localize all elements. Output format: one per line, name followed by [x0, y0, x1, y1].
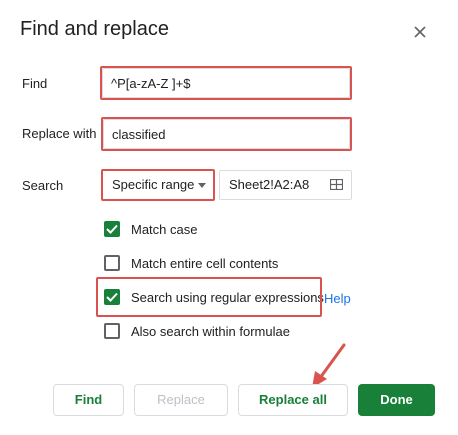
search-scope-value: Specific range	[112, 177, 195, 192]
find-label: Find	[22, 76, 48, 91]
done-button[interactable]: Done	[358, 384, 435, 416]
regex-checkbox[interactable]	[104, 289, 120, 305]
help-link[interactable]: Help	[324, 291, 351, 306]
search-formulae-checkbox[interactable]	[104, 323, 120, 339]
grid-select-icon[interactable]	[330, 179, 343, 190]
replace-button[interactable]: Replace	[134, 384, 228, 416]
close-icon[interactable]	[410, 22, 430, 42]
find-replace-dialog: Find and replace Find Replace with Searc…	[0, 0, 458, 435]
range-input[interactable]: Sheet2!A2:A8	[219, 170, 352, 200]
search-formulae-label: Also search within formulae	[131, 324, 290, 339]
replace-all-button[interactable]: Replace all	[238, 384, 348, 416]
chevron-down-icon	[198, 183, 206, 188]
range-value: Sheet2!A2:A8	[229, 177, 310, 192]
arrow-annotation	[312, 343, 346, 388]
match-entire-cell-label: Match entire cell contents	[131, 256, 279, 271]
dialog-title: Find and replace	[20, 18, 169, 40]
replace-label: Replace with	[22, 126, 97, 141]
match-case-checkbox[interactable]	[104, 221, 120, 237]
find-input[interactable]	[102, 68, 350, 98]
match-case-label: Match case	[131, 222, 198, 237]
regex-label: Search using regular expressions	[131, 290, 324, 305]
replace-input[interactable]	[103, 119, 350, 149]
find-button[interactable]: Find	[53, 384, 124, 416]
match-entire-cell-checkbox[interactable]	[104, 255, 120, 271]
search-label: Search	[22, 178, 64, 193]
search-scope-select[interactable]: Specific range	[104, 171, 212, 199]
